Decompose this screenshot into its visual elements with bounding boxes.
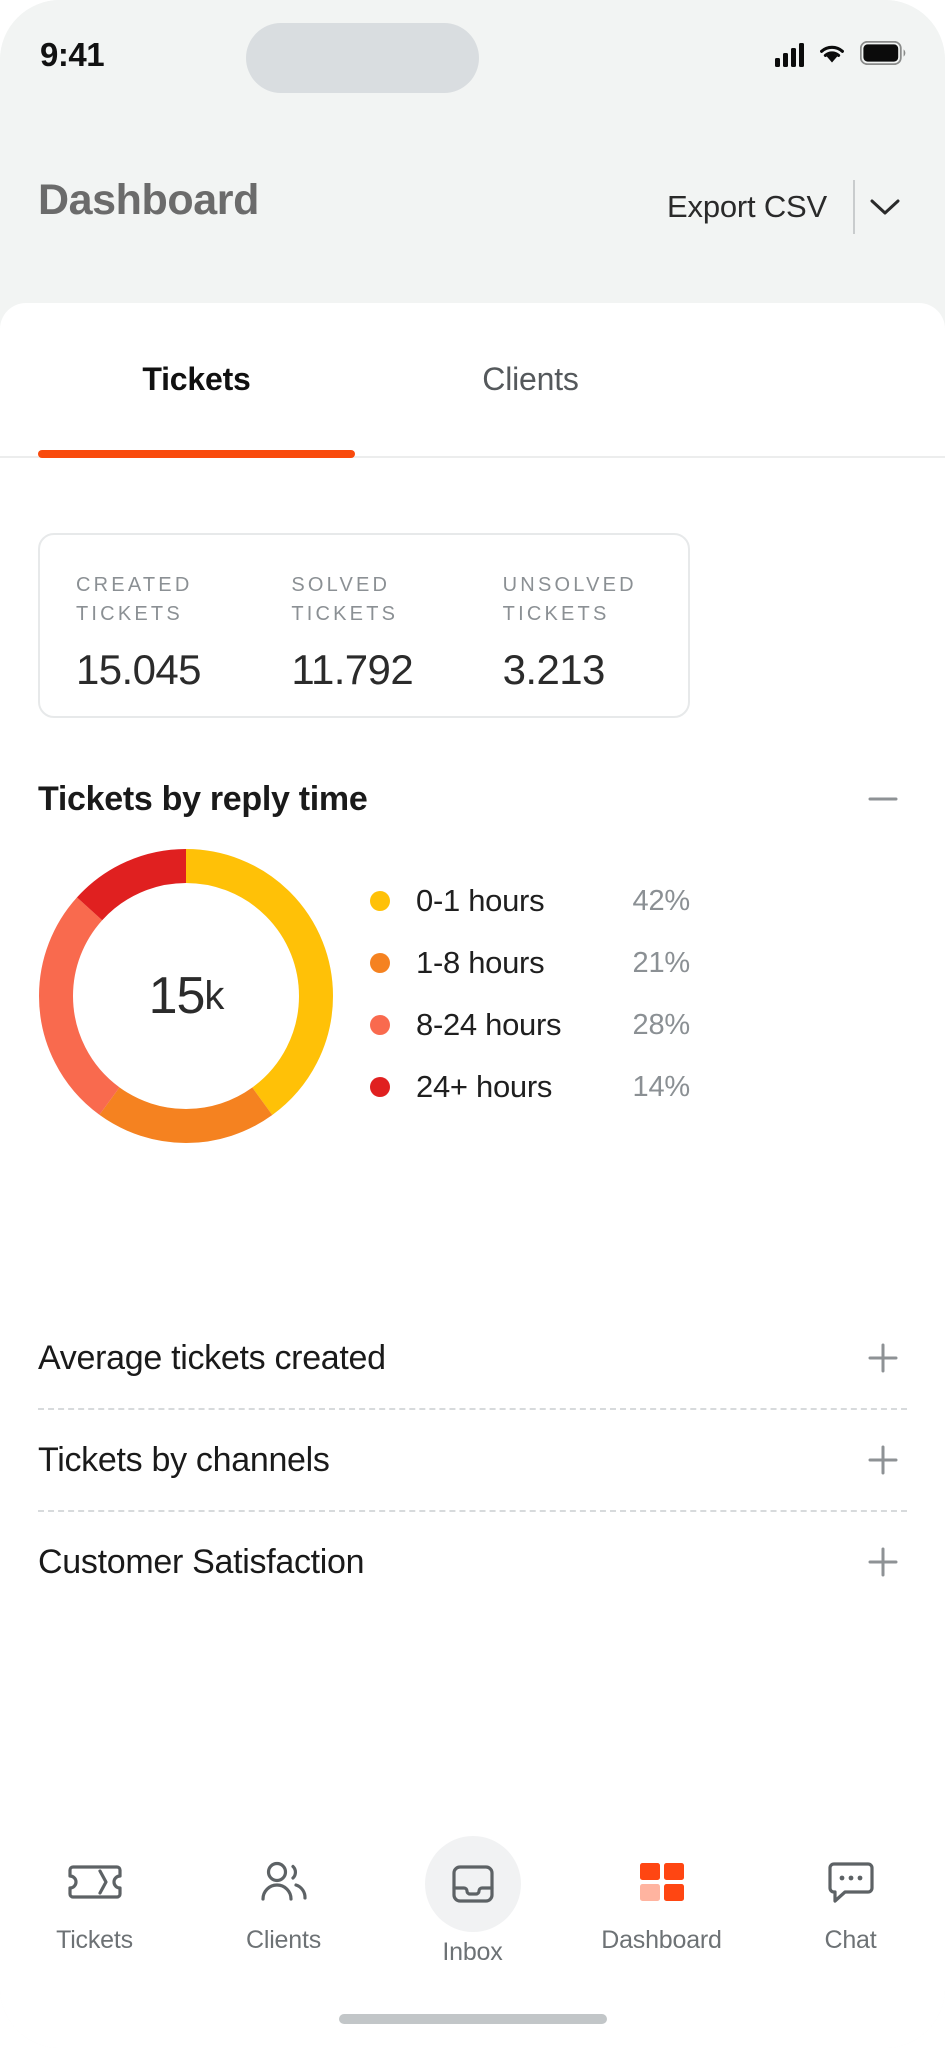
- section-tickets-by-reply-time: Tickets by reply time: [0, 758, 945, 840]
- stat-solved-tickets: SOLVED TICKETS 11.792: [261, 535, 476, 716]
- legend-color-dot: [370, 891, 390, 911]
- tab-tickets-label: Tickets: [142, 361, 251, 397]
- donut-center-label: 15 k: [38, 848, 334, 1144]
- tab-bar: Tickets Clients: [0, 303, 945, 458]
- legend-label: 0-1 hours: [416, 883, 545, 918]
- legend-item: 24+ hours 14%: [370, 1056, 690, 1118]
- nav-label: Clients: [245, 1926, 322, 1954]
- legend-color-dot: [370, 1015, 390, 1035]
- stat-label: UNSOLVED TICKETS: [502, 574, 637, 625]
- donut-center-value: 15: [148, 967, 206, 1025]
- stat-label: CREATED TICKETS: [76, 574, 193, 625]
- section-customer-satisfaction[interactable]: Customer Satisfaction: [38, 1512, 907, 1612]
- status-time: 9:41: [40, 36, 105, 73]
- legend-label: 24+ hours: [416, 1069, 553, 1104]
- stat-created-tickets: CREATED TICKETS 15.045: [40, 535, 261, 716]
- nav-label: Dashboard: [601, 1926, 722, 1954]
- content-panel: Tickets Clients CREATED TICKETS 15.045 S…: [0, 303, 945, 2048]
- stats-summary-card: CREATED TICKETS 15.045 SOLVED TICKETS 11…: [38, 533, 690, 718]
- battery-full-icon: [859, 40, 907, 70]
- section-title: Average tickets created: [38, 1338, 386, 1377]
- export-control[interactable]: Export CSV: [667, 180, 915, 234]
- wifi-icon: [816, 41, 848, 70]
- nav-label: Tickets: [56, 1926, 133, 1954]
- reply-time-chart: 15 k 0-1 hours 42% 1-8 hours 21% 8-24 hours 28…: [0, 848, 945, 1168]
- legend-label: 1-8 hours: [416, 945, 545, 980]
- chevron-down-icon[interactable]: [855, 180, 915, 234]
- legend-color-dot: [370, 1077, 390, 1097]
- legend-value: 28%: [632, 1008, 691, 1041]
- legend-item: 0-1 hours 42%: [370, 870, 690, 932]
- donut-chart: 15 k: [38, 848, 334, 1144]
- legend-item: 8-24 hours 28%: [370, 994, 690, 1056]
- plus-icon[interactable]: [859, 1538, 907, 1586]
- tab-tickets[interactable]: Tickets: [38, 303, 355, 456]
- collapsible-sections: Average tickets created Tickets by chann…: [0, 1308, 945, 1612]
- section-title: Customer Satisfaction: [38, 1542, 365, 1581]
- nav-item-clients[interactable]: Clients: [189, 1838, 378, 1998]
- stat-value: 3.213: [502, 646, 606, 693]
- page-title: Dashboard: [38, 176, 259, 224]
- section-tickets-by-channels[interactable]: Tickets by channels: [38, 1410, 907, 1510]
- nav-header: Dashboard Export CSV: [0, 118, 945, 303]
- stat-label: SOLVED TICKETS: [291, 574, 399, 625]
- phone-screen: 9:41 Dashboard Export CSV Tickets Client…: [0, 0, 945, 2048]
- legend-value: 42%: [632, 884, 691, 917]
- status-bar: 9:41: [0, 0, 945, 118]
- chat-bubble-icon: [819, 1850, 883, 1914]
- nav-label: Inbox: [442, 1938, 503, 1966]
- tab-clients[interactable]: Clients: [372, 303, 689, 456]
- dashboard-grid-icon: [630, 1850, 694, 1914]
- legend-item: 1-8 hours 21%: [370, 932, 690, 994]
- nav-item-inbox[interactable]: Inbox: [378, 1836, 567, 1998]
- section-title: Tickets by channels: [38, 1440, 330, 1479]
- legend-value: 14%: [632, 1070, 691, 1103]
- dynamic-island: [246, 23, 479, 93]
- home-indicator: [338, 2014, 607, 2024]
- section-title: Tickets by reply time: [38, 779, 368, 818]
- plus-icon[interactable]: [859, 1334, 907, 1382]
- nav-item-chat[interactable]: Chat: [756, 1838, 945, 1998]
- section-average-tickets-created[interactable]: Average tickets created: [38, 1308, 907, 1408]
- users-icon: [252, 1850, 316, 1914]
- nav-label: Chat: [824, 1926, 877, 1954]
- legend-value: 21%: [632, 946, 691, 979]
- donut-center-suffix: k: [204, 973, 224, 1018]
- nav-item-dashboard[interactable]: Dashboard: [567, 1838, 756, 1998]
- bottom-nav-items: Tickets Clients Inbox Dashboard Chat: [0, 1836, 945, 1998]
- legend-label: 8-24 hours: [416, 1007, 562, 1042]
- chart-legend: 0-1 hours 42% 1-8 hours 21% 8-24 hours 28% 24+…: [370, 870, 690, 1118]
- minus-icon[interactable]: [859, 775, 907, 823]
- active-tab-indicator: [38, 450, 355, 458]
- inbox-icon: [424, 1836, 521, 1932]
- tab-clients-label: Clients: [482, 361, 579, 397]
- export-csv-button[interactable]: Export CSV: [667, 189, 853, 225]
- section-header[interactable]: Tickets by reply time: [38, 758, 907, 840]
- bottom-navigation: Tickets Clients Inbox Dashboard Chat: [0, 1836, 945, 2048]
- stat-unsolved-tickets: UNSOLVED TICKETS 3.213: [477, 535, 688, 716]
- status-indicators: [775, 40, 907, 70]
- stat-value: 15.045: [76, 646, 201, 693]
- nav-item-tickets[interactable]: Tickets: [0, 1838, 189, 1998]
- ticket-icon: [63, 1850, 127, 1914]
- stat-value: 11.792: [291, 646, 414, 693]
- legend-color-dot: [370, 953, 390, 973]
- signal-bars-icon: [775, 43, 804, 67]
- plus-icon[interactable]: [859, 1436, 907, 1484]
